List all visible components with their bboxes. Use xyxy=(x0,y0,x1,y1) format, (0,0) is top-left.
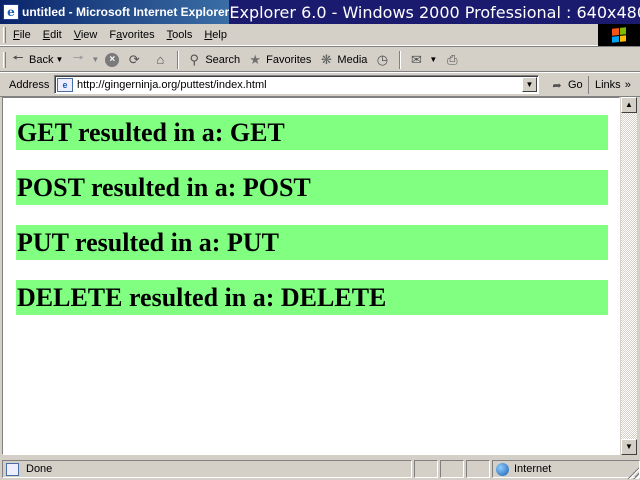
stop-icon: × xyxy=(105,52,120,67)
page-content: GET resulted in a: GET POST resulted in … xyxy=(2,97,620,455)
address-url[interactable]: http://gingerninja.org/puttest/index.htm… xyxy=(77,79,267,91)
address-bar: Address e http://gingerninja.org/puttest… xyxy=(0,73,640,97)
window-title: untitled - Microsoft Internet Explorer xyxy=(22,5,230,19)
resize-grip[interactable] xyxy=(627,467,639,479)
print-icon: ⎙ xyxy=(447,51,458,67)
banner-text: Explorer 6.0 - Windows 2000 Professional… xyxy=(229,2,640,22)
menu-edit[interactable]: Edit xyxy=(38,29,67,41)
windows-flag-icon xyxy=(612,27,626,43)
scroll-track[interactable] xyxy=(621,113,637,439)
address-label: Address xyxy=(9,78,50,91)
page-done-icon xyxy=(6,462,19,476)
favorites-star-icon: ★ xyxy=(249,51,261,67)
zone-text: Internet xyxy=(514,463,552,475)
status-panel-empty xyxy=(466,460,490,478)
scroll-up-button[interactable]: ▲ xyxy=(621,97,637,113)
zone-panel: Internet xyxy=(492,460,640,478)
result-get: GET resulted in a: GET xyxy=(16,115,608,150)
stop-button[interactable]: × xyxy=(102,50,122,70)
menu-tools[interactable]: Tools xyxy=(162,29,198,41)
status-panel-empty xyxy=(440,460,464,478)
print-button[interactable]: ⎙ xyxy=(440,50,466,70)
toolbar-separator xyxy=(399,50,402,69)
media-icon: ❋ xyxy=(320,51,332,67)
menu-bar: File Edit View Favorites Tools Help xyxy=(0,24,640,46)
address-dropdown-icon[interactable]: ▼ xyxy=(522,77,537,92)
standard-toolbar: 🠔 Back ▼ 🠖 ▼ × ⟳ ⌂ ⚲ Search ★ Favorites … xyxy=(0,48,640,72)
title-bar-banner: Explorer 6.0 - Windows 2000 Professional… xyxy=(229,0,640,24)
media-button[interactable]: ❋ Media xyxy=(314,50,370,70)
chevron-right-icon: » xyxy=(624,79,631,91)
back-dropdown-icon[interactable]: ▼ xyxy=(55,55,63,64)
go-arrow-icon: ➦ xyxy=(552,79,562,92)
mail-dropdown-icon[interactable]: ▼ xyxy=(429,55,437,64)
mail-button[interactable]: ✉ ▼ xyxy=(404,50,440,70)
menu-file[interactable]: File xyxy=(8,29,36,41)
home-button[interactable]: ⌂ xyxy=(148,50,174,70)
page-icon: e xyxy=(57,77,73,92)
title-bar-active: e untitled - Microsoft Internet Explorer xyxy=(0,0,230,24)
links-button[interactable]: Links » xyxy=(588,76,631,94)
refresh-button[interactable]: ⟳ xyxy=(122,50,148,70)
search-icon: ⚲ xyxy=(189,51,200,67)
menu-grip[interactable] xyxy=(3,26,6,43)
status-text-panel: Done xyxy=(2,460,412,478)
address-input[interactable]: e http://gingerninja.org/puttest/index.h… xyxy=(54,75,539,94)
history-button[interactable]: ◷ xyxy=(370,50,396,70)
title-bar: e untitled - Microsoft Internet Explorer… xyxy=(0,0,640,24)
menu-favorites[interactable]: Favorites xyxy=(104,29,159,41)
toolbar-separator xyxy=(177,50,180,69)
internet-globe-icon xyxy=(496,462,509,476)
mail-icon: ✉ xyxy=(410,51,422,67)
status-text: Done xyxy=(26,463,53,475)
forward-arrow-icon: 🠖 xyxy=(72,49,85,65)
status-panel-empty xyxy=(414,460,438,478)
ie-icon[interactable]: e xyxy=(3,4,19,20)
back-arrow-icon: 🠔 xyxy=(12,49,24,65)
forward-dropdown-icon[interactable]: ▼ xyxy=(91,55,99,64)
scroll-down-button[interactable]: ▼ xyxy=(621,439,637,455)
go-button[interactable]: ➦ Go xyxy=(548,76,582,94)
favorites-button[interactable]: ★ Favorites xyxy=(243,50,314,70)
windows-logo xyxy=(598,24,640,46)
forward-button[interactable]: 🠖 ▼ xyxy=(66,50,102,70)
result-post: POST resulted in a: POST xyxy=(16,170,608,205)
refresh-icon: ⟳ xyxy=(128,51,140,67)
menu-help[interactable]: Help xyxy=(199,29,232,41)
status-bar: Done Internet xyxy=(0,458,640,480)
history-icon: ◷ xyxy=(376,51,389,67)
menu-view[interactable]: View xyxy=(69,29,103,41)
result-delete: DELETE resulted in a: DELETE xyxy=(16,280,608,315)
home-icon: ⌂ xyxy=(156,52,165,67)
search-button[interactable]: ⚲ Search xyxy=(182,50,243,70)
back-button[interactable]: 🠔 Back ▼ xyxy=(6,50,66,70)
vertical-scrollbar[interactable]: ▲ ▼ xyxy=(620,97,637,455)
result-put: PUT resulted in a: PUT xyxy=(16,225,608,260)
